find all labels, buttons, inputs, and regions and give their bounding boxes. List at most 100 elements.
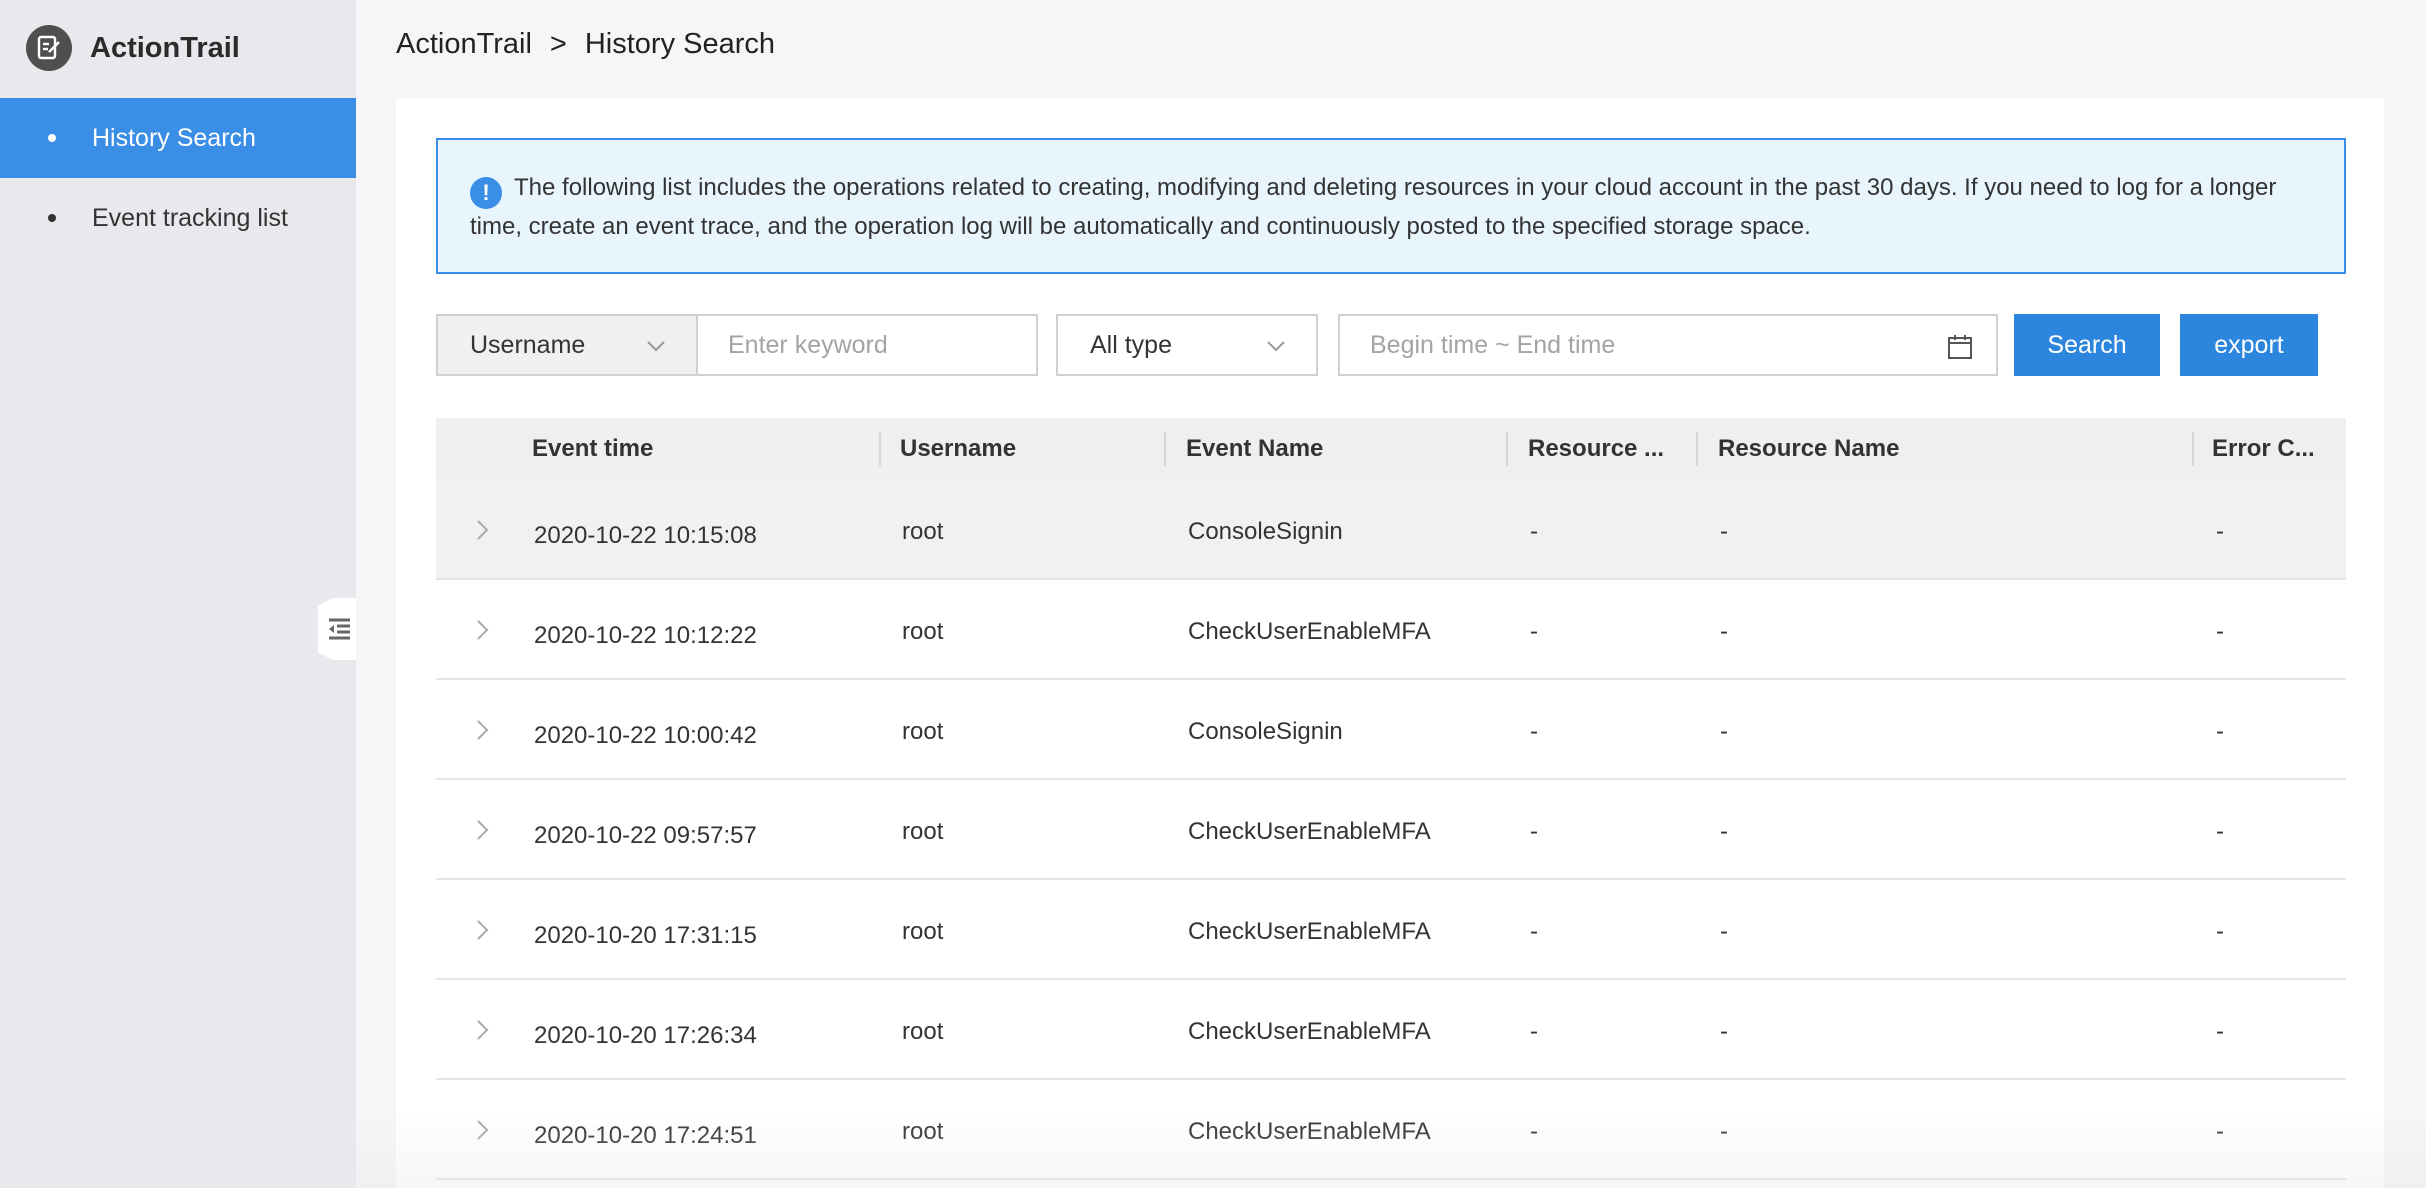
column-header-event-name[interactable]: Event Name bbox=[1186, 418, 1323, 480]
cell-resource-name: - bbox=[1720, 818, 1728, 845]
column-header-error-code[interactable]: Error C... bbox=[2212, 418, 2315, 480]
cell-resource-name: - bbox=[1720, 1118, 1728, 1145]
cell-event-time: 2020-10-22 09:57:57 bbox=[534, 822, 757, 849]
cell-event-time: 2020-10-22 10:15:08 bbox=[534, 522, 757, 549]
breadcrumb: ActionTrail > History Search bbox=[396, 28, 775, 61]
column-divider[interactable] bbox=[1696, 432, 1698, 466]
chevron-right-icon[interactable] bbox=[470, 818, 494, 842]
cell-event-name: CheckUserEnableMFA bbox=[1188, 918, 1431, 945]
type-select[interactable]: All type bbox=[1056, 314, 1318, 376]
collapse-icon bbox=[329, 618, 350, 640]
cell-username: root bbox=[902, 1118, 944, 1145]
cell-event-time: 2020-10-22 10:12:22 bbox=[534, 622, 757, 649]
cell-resource-type: - bbox=[1530, 618, 1538, 645]
cell-username: root bbox=[902, 1018, 944, 1045]
column-divider[interactable] bbox=[879, 432, 881, 466]
sidebar-item-event-tracking-list[interactable]: Event tracking list bbox=[0, 178, 356, 258]
bullet-icon bbox=[48, 134, 56, 142]
chevron-down-icon bbox=[1267, 341, 1285, 352]
notice-text: The following list includes the operatio… bbox=[470, 174, 2277, 240]
table-row[interactable]: 2020-10-22 09:57:57 root CheckUserEnableMF… bbox=[436, 780, 2346, 880]
cell-resource-name: - bbox=[1720, 618, 1728, 645]
column-header-resource-type[interactable]: Resource ... bbox=[1528, 418, 1664, 480]
column-divider[interactable] bbox=[1506, 432, 1508, 466]
info-notice: ! The following list includes the operati… bbox=[436, 138, 2346, 274]
chevron-right-icon[interactable] bbox=[470, 918, 494, 942]
table-row[interactable]: 2020-10-20 17:24:51 root CheckUserEnableMF… bbox=[436, 1080, 2346, 1180]
chevron-right-icon[interactable] bbox=[470, 1118, 494, 1142]
cell-event-time: 2020-10-20 17:26:34 bbox=[534, 1022, 757, 1049]
chevron-right-icon[interactable] bbox=[470, 1018, 494, 1042]
info-icon: ! bbox=[470, 177, 502, 209]
column-header-event-time[interactable]: Event time bbox=[532, 418, 653, 480]
cell-resource-type: - bbox=[1530, 918, 1538, 945]
cell-resource-name: - bbox=[1720, 718, 1728, 745]
chevron-down-icon bbox=[647, 341, 665, 352]
field-select-value: Username bbox=[470, 330, 586, 359]
search-button[interactable]: Search bbox=[2014, 314, 2160, 376]
export-button[interactable]: export bbox=[2180, 314, 2318, 376]
table-row[interactable]: 2020-10-20 17:26:34 root CheckUserEnableMF… bbox=[436, 980, 2346, 1080]
brand: ActionTrail bbox=[26, 24, 240, 72]
bullet-icon bbox=[48, 214, 56, 222]
table-header: Event time Username Event Name Resource … bbox=[436, 418, 2346, 480]
cell-event-name: CheckUserEnableMFA bbox=[1188, 1018, 1431, 1045]
cell-error-code: - bbox=[2216, 918, 2224, 945]
sidebar: ActionTrail History Search Event trackin… bbox=[0, 0, 356, 1188]
cell-error-code: - bbox=[2216, 518, 2224, 545]
breadcrumb-separator: > bbox=[549, 28, 567, 60]
sidebar-item-label: History Search bbox=[92, 123, 256, 152]
column-header-resource-name[interactable]: Resource Name bbox=[1718, 418, 1899, 480]
audit-icon bbox=[26, 25, 72, 71]
cell-resource-type: - bbox=[1530, 718, 1538, 745]
cell-event-name: ConsoleSignin bbox=[1188, 518, 1343, 545]
calendar-icon[interactable] bbox=[1946, 333, 1974, 361]
filter-bar: Username All type Search export bbox=[436, 314, 2346, 376]
collapse-sidebar-button[interactable] bbox=[318, 598, 356, 660]
time-range-input[interactable] bbox=[1340, 316, 1996, 374]
cell-event-name: ConsoleSignin bbox=[1188, 718, 1343, 745]
cell-resource-name: - bbox=[1720, 518, 1728, 545]
cell-event-time: 2020-10-20 17:24:51 bbox=[534, 1122, 757, 1149]
table-row[interactable]: 2020-10-20 17:31:15 root CheckUserEnableMF… bbox=[436, 880, 2346, 980]
page-title: History Search bbox=[584, 28, 776, 60]
column-divider[interactable] bbox=[1164, 432, 1166, 466]
time-range-picker[interactable] bbox=[1338, 314, 1998, 376]
cell-error-code: - bbox=[2216, 1018, 2224, 1045]
cell-event-time: 2020-10-22 10:00:42 bbox=[534, 722, 757, 749]
cell-resource-type: - bbox=[1530, 518, 1538, 545]
main-panel: ! The following list includes the operati… bbox=[396, 98, 2384, 1188]
cell-event-name: CheckUserEnableMFA bbox=[1188, 1118, 1431, 1145]
table-body: 2020-10-22 10:15:08 root ConsoleSignin - - -2… bbox=[436, 480, 2346, 1180]
events-table: Event time Username Event Name Resource … bbox=[436, 418, 2346, 1180]
keyword-input[interactable] bbox=[696, 314, 1038, 376]
cell-error-code: - bbox=[2216, 818, 2224, 845]
cell-event-name: CheckUserEnableMFA bbox=[1188, 618, 1431, 645]
column-divider[interactable] bbox=[2192, 432, 2194, 466]
field-select[interactable]: Username bbox=[436, 314, 698, 376]
cell-resource-type: - bbox=[1530, 818, 1538, 845]
cell-error-code: - bbox=[2216, 718, 2224, 745]
cell-resource-name: - bbox=[1720, 918, 1728, 945]
sidebar-item-history-search[interactable]: History Search bbox=[0, 98, 356, 178]
chevron-right-icon[interactable] bbox=[470, 618, 494, 642]
cell-username: root bbox=[902, 818, 944, 845]
column-header-username[interactable]: Username bbox=[900, 418, 1016, 480]
chevron-right-icon[interactable] bbox=[470, 718, 494, 742]
table-row[interactable]: 2020-10-22 10:00:42 root ConsoleSignin - - - bbox=[436, 680, 2346, 780]
app-title: ActionTrail bbox=[90, 31, 240, 64]
sidebar-item-label: Event tracking list bbox=[92, 203, 288, 232]
table-row[interactable]: 2020-10-22 10:12:22 root CheckUserEnableMF… bbox=[436, 580, 2346, 680]
breadcrumb-root[interactable]: ActionTrail bbox=[396, 28, 532, 61]
cell-event-time: 2020-10-20 17:31:15 bbox=[534, 922, 757, 949]
cell-error-code: - bbox=[2216, 618, 2224, 645]
chevron-right-icon[interactable] bbox=[470, 518, 494, 542]
cell-username: root bbox=[902, 518, 944, 545]
cell-username: root bbox=[902, 618, 944, 645]
cell-resource-type: - bbox=[1530, 1118, 1538, 1145]
cell-event-name: CheckUserEnableMFA bbox=[1188, 818, 1431, 845]
cell-resource-name: - bbox=[1720, 1018, 1728, 1045]
cell-error-code: - bbox=[2216, 1118, 2224, 1145]
table-row[interactable]: 2020-10-22 10:15:08 root ConsoleSignin - - - bbox=[436, 480, 2346, 580]
cell-username: root bbox=[902, 918, 944, 945]
